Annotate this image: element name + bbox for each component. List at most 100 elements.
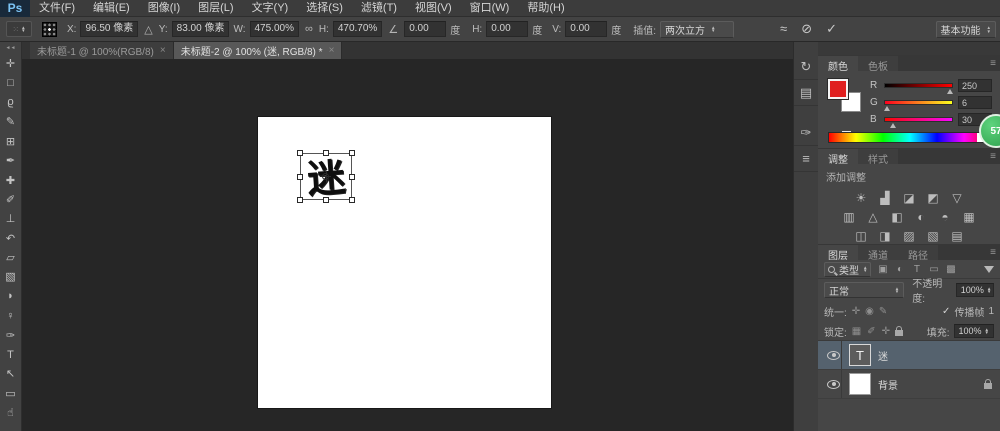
gradient-map-icon[interactable]: ▤ (949, 228, 966, 243)
path-selection-tool[interactable]: ↖ (0, 364, 22, 383)
vskew-input[interactable]: 0.00 (565, 21, 607, 37)
layers-panel-tab-0[interactable]: 图层 (818, 245, 858, 260)
layers-panel-tab-1[interactable]: 通道 (858, 245, 898, 260)
channel-slider[interactable] (884, 100, 953, 105)
quick-selection-tool[interactable]: ✎ (0, 112, 22, 131)
foreground-color-swatch[interactable] (828, 79, 848, 99)
panel-menu-icon[interactable]: ≡ (990, 58, 996, 69)
height-input[interactable]: 470.70% (333, 21, 382, 37)
menu-item-4[interactable]: 文字(Y) (243, 0, 298, 17)
transform-handle[interactable] (349, 150, 355, 156)
opacity-input[interactable]: 100% (956, 283, 994, 297)
x-input[interactable]: 96.50 像素 (80, 21, 138, 37)
channel-value-input[interactable]: 6 (958, 96, 992, 109)
slider-thumb-icon[interactable] (890, 123, 896, 128)
color-balance-icon[interactable]: △ (865, 209, 882, 224)
filter-smart-objects-icon[interactable]: ▩ (943, 264, 958, 275)
channel-slider[interactable] (884, 117, 953, 122)
switch-warp-mode-icon[interactable]: ≈ (780, 21, 787, 37)
panel-menu-icon[interactable]: ≡ (990, 247, 996, 258)
slider-thumb-icon[interactable] (947, 89, 953, 94)
transform-handle[interactable] (323, 197, 329, 203)
lasso-tool[interactable]: ϱ (0, 93, 22, 112)
history-brush-tool[interactable]: ↶ (0, 229, 22, 248)
black-white-icon[interactable]: ◧ (889, 209, 906, 224)
workspace-select[interactable]: 基本功能 (936, 21, 996, 38)
layer-name[interactable]: 背景 (878, 377, 898, 392)
document-canvas[interactable]: 迷 (258, 117, 551, 408)
healing-brush-tool[interactable]: ✚ (0, 170, 22, 189)
properties-panel-icon[interactable]: ▤ (794, 80, 819, 106)
document-tab-2[interactable]: 未标题-2 @ 100% (迷, RGB/8) *× (174, 42, 343, 59)
y-input[interactable]: 83.00 像素 (172, 21, 230, 37)
unify-position-icon[interactable]: ✛ (851, 306, 861, 317)
clone-stamp-tool[interactable]: ⊥ (0, 209, 22, 228)
eraser-tool[interactable]: ▱ (0, 248, 22, 267)
slider-thumb-icon[interactable] (884, 106, 890, 111)
gradient-tool[interactable]: ▧ (0, 267, 22, 286)
transform-handle[interactable] (297, 150, 303, 156)
channel-mixer-icon[interactable]: ◓ (937, 209, 954, 224)
hue-saturation-icon[interactable]: ▥ (841, 209, 858, 224)
layer-filter-select[interactable]: 类型 (824, 262, 871, 277)
color-panel-tab-0[interactable]: 颜色 (818, 56, 858, 71)
unify-visibility-icon[interactable]: ◉ (864, 306, 875, 317)
propagate-checkbox[interactable]: ✓ (942, 306, 950, 317)
layer-row-1[interactable]: T迷 (818, 341, 1000, 370)
eyedropper-tool[interactable]: ✒ (0, 151, 22, 170)
toolbar-collapse-button[interactable]: ◄◄ (6, 42, 16, 54)
layer-row-2[interactable]: 背景 (818, 370, 1000, 399)
levels-icon[interactable]: ▟ (877, 190, 894, 205)
lock-position-icon[interactable]: ✛ (881, 326, 891, 337)
menu-item-1[interactable]: 编辑(E) (84, 0, 139, 17)
menu-item-7[interactable]: 视图(V) (406, 0, 461, 17)
unify-style-icon[interactable]: ✎ (878, 306, 888, 317)
move-tool[interactable]: ✛ (0, 54, 22, 73)
transform-handle[interactable] (349, 197, 355, 203)
color-panel-tab-1[interactable]: 色板 (858, 56, 898, 71)
threshold-icon[interactable]: ▨ (901, 228, 918, 243)
exposure-icon[interactable]: ◩ (925, 190, 942, 205)
brightness-contrast-icon[interactable]: ☀ (853, 190, 870, 205)
width-input[interactable]: 475.00% (250, 21, 299, 37)
transform-handle[interactable] (323, 150, 329, 156)
crop-tool[interactable]: ⊞ (0, 132, 22, 151)
filter-pixel-layers-icon[interactable]: ▣ (875, 264, 890, 275)
adjustments-panel-tab-1[interactable]: 样式 (858, 149, 898, 164)
visibility-cell[interactable] (826, 341, 842, 369)
lock-all-icon[interactable] (895, 330, 903, 336)
transform-handle[interactable] (297, 197, 303, 203)
menu-item-8[interactable]: 窗口(W) (461, 0, 519, 17)
marquee-tool[interactable]: □ (0, 73, 22, 92)
photo-filter-icon[interactable]: ◐ (913, 209, 930, 224)
dodge-tool[interactable]: ♀ (0, 306, 22, 325)
blur-tool[interactable]: ◗ (0, 287, 22, 306)
tab-close-icon[interactable]: × (329, 45, 335, 56)
background-layer-thumbnail[interactable] (849, 373, 871, 395)
layers-panel-tab-2[interactable]: 路径 (898, 245, 938, 260)
posterize-icon[interactable]: ◨ (877, 228, 894, 243)
filter-adjustment-layers-icon[interactable]: ◐ (892, 264, 907, 275)
text-layer-thumbnail[interactable]: T (849, 344, 871, 366)
blend-mode-select[interactable]: 正常 (824, 282, 904, 298)
panel-menu-icon[interactable]: ≡ (990, 151, 996, 162)
menu-item-3[interactable]: 图层(L) (189, 0, 242, 17)
color-lookup-icon[interactable]: ▦ (961, 209, 978, 224)
document-tab-1[interactable]: 未标题-1 @ 100%(RGB/8)× (30, 42, 174, 59)
commit-transform-icon[interactable]: ✓ (826, 21, 837, 37)
fill-input[interactable]: 100% (954, 324, 995, 338)
color-spectrum-bar[interactable] (828, 132, 992, 143)
vibrance-icon[interactable]: ▽ (949, 190, 966, 205)
visibility-cell[interactable] (826, 370, 842, 398)
hand-tool[interactable]: ☝ (0, 403, 22, 422)
channel-slider[interactable] (884, 83, 953, 88)
adjustments-panel-tab-0[interactable]: 调整 (818, 149, 858, 164)
visibility-eye-icon[interactable] (827, 351, 840, 360)
hskew-input[interactable]: 0.00 (486, 21, 528, 37)
layer-name[interactable]: 迷 (878, 348, 888, 363)
channel-value-input[interactable]: 250 (958, 79, 992, 92)
character-panel-icon[interactable]: ✑ (794, 120, 819, 146)
paragraph-panel-icon[interactable]: ≡ (794, 146, 819, 172)
lock-image-icon[interactable]: ✐ (866, 326, 876, 337)
angle-input[interactable]: 0.00 (404, 21, 446, 37)
